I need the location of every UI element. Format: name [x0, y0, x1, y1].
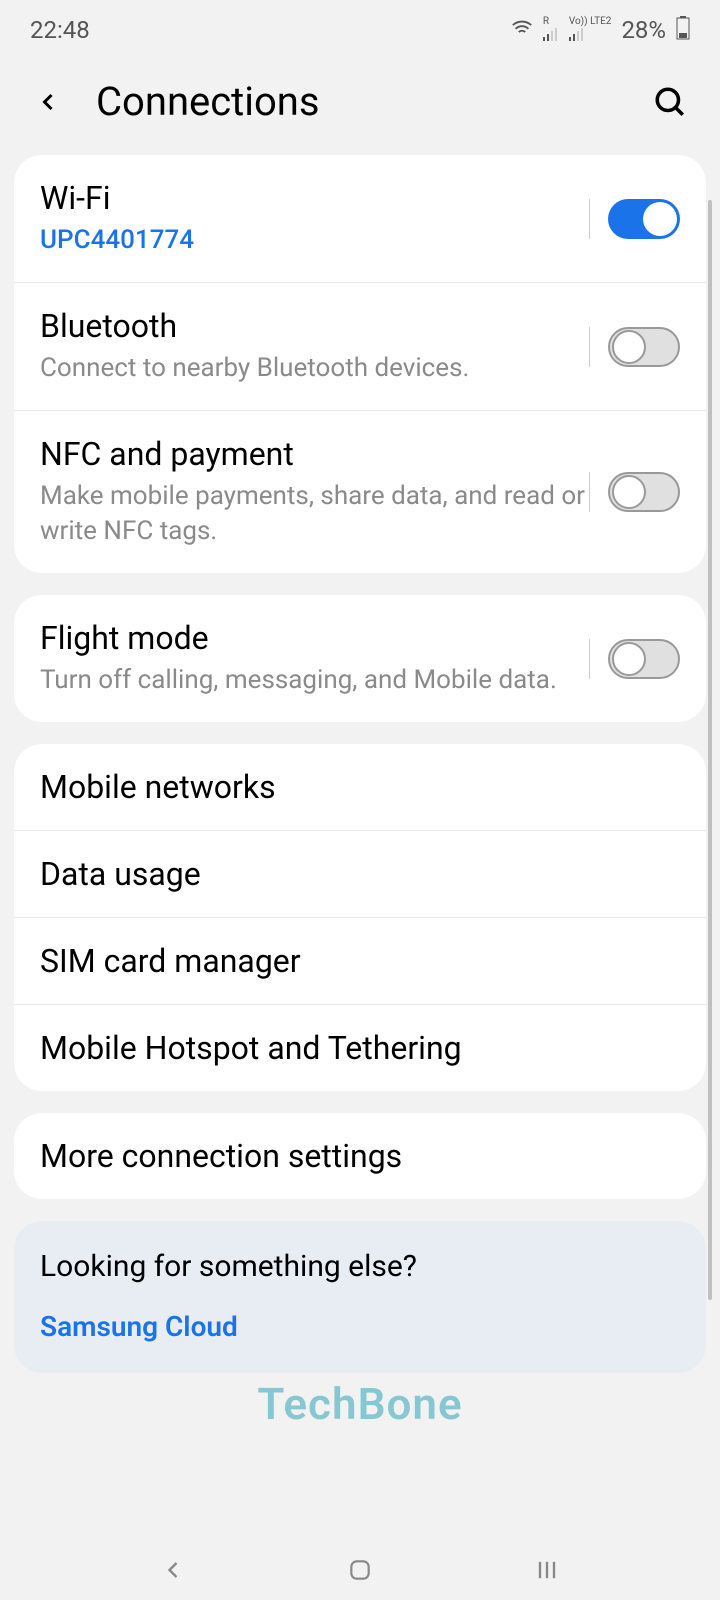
wifi-title: Wi-Fi	[40, 179, 589, 217]
divider	[589, 639, 590, 679]
mobile-networks-row[interactable]: Mobile networks	[14, 744, 706, 831]
more-title: More connection settings	[40, 1137, 680, 1175]
bluetooth-title: Bluetooth	[40, 307, 589, 345]
hotspot-title: Mobile Hotspot and Tethering	[40, 1029, 680, 1067]
page-title: Connections	[96, 78, 620, 125]
nfc-row[interactable]: NFC and payment Make mobile payments, sh…	[14, 411, 706, 573]
nav-back-icon[interactable]	[153, 1550, 193, 1590]
connections-group-4: More connection settings	[14, 1113, 706, 1199]
divider	[589, 472, 590, 512]
connections-group-1: Wi-Fi UPC4401774 Bluetooth Connect to ne…	[14, 155, 706, 573]
signal-icon-2: Vo)) LTE2	[569, 17, 612, 44]
flight-toggle[interactable]	[608, 639, 680, 679]
flight-sub: Turn off calling, messaging, and Mobile …	[40, 663, 589, 698]
samsung-cloud-link[interactable]: Samsung Cloud	[40, 1310, 680, 1343]
nav-bar	[0, 1540, 720, 1600]
bluetooth-toggle[interactable]	[608, 327, 680, 367]
suggestion-card: Looking for something else? Samsung Clou…	[14, 1221, 706, 1373]
flight-title: Flight mode	[40, 619, 589, 657]
more-settings-row[interactable]: More connection settings	[14, 1113, 706, 1199]
data-usage-title: Data usage	[40, 855, 680, 893]
data-usage-row[interactable]: Data usage	[14, 831, 706, 918]
status-bar: 22:48 R Vo)) LTE2 28%	[0, 0, 720, 60]
back-icon[interactable]	[30, 84, 66, 120]
status-time: 22:48	[30, 16, 90, 44]
mobile-networks-title: Mobile networks	[40, 768, 680, 806]
status-right: R Vo)) LTE2 28%	[511, 16, 690, 45]
divider	[589, 199, 590, 239]
nav-recents-icon[interactable]	[527, 1550, 567, 1590]
wifi-network: UPC4401774	[40, 223, 589, 258]
signal-icon-1: R	[543, 17, 559, 44]
hotspot-row[interactable]: Mobile Hotspot and Tethering	[14, 1005, 706, 1091]
connections-group-3: Mobile networks Data usage SIM card mana…	[14, 744, 706, 1091]
battery-icon	[676, 16, 690, 45]
bluetooth-sub: Connect to nearby Bluetooth devices.	[40, 351, 589, 386]
bluetooth-row[interactable]: Bluetooth Connect to nearby Bluetooth de…	[14, 283, 706, 411]
nfc-toggle[interactable]	[608, 472, 680, 512]
nfc-title: NFC and payment	[40, 435, 589, 473]
wifi-icon	[511, 17, 533, 44]
sim-card-row[interactable]: SIM card manager	[14, 918, 706, 1005]
content: Wi-Fi UPC4401774 Bluetooth Connect to ne…	[0, 155, 720, 1373]
nfc-sub: Make mobile payments, share data, and re…	[40, 479, 589, 549]
wifi-toggle[interactable]	[608, 199, 680, 239]
watermark: TechBone	[257, 1378, 462, 1430]
suggest-title: Looking for something else?	[40, 1249, 680, 1284]
header: Connections	[0, 60, 720, 155]
flight-mode-row[interactable]: Flight mode Turn off calling, messaging,…	[14, 595, 706, 722]
nav-home-icon[interactable]	[340, 1550, 380, 1590]
divider	[589, 327, 590, 367]
scroll-indicator[interactable]	[708, 200, 712, 1300]
connections-group-2: Flight mode Turn off calling, messaging,…	[14, 595, 706, 722]
sim-title: SIM card manager	[40, 942, 680, 980]
wifi-row[interactable]: Wi-Fi UPC4401774	[14, 155, 706, 283]
battery-percent: 28%	[621, 16, 666, 44]
search-icon[interactable]	[650, 82, 690, 122]
